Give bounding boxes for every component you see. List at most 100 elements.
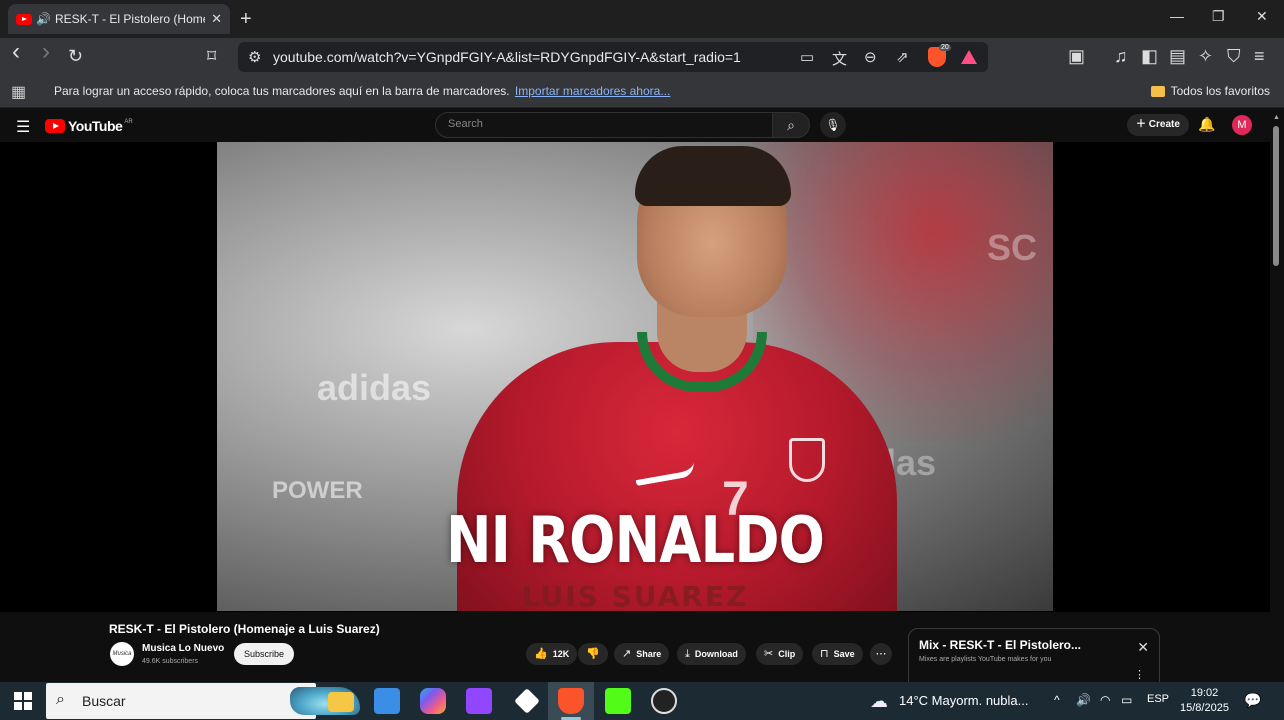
- region-code: AR: [124, 119, 133, 125]
- git-icon[interactable]: [514, 688, 540, 714]
- volume-icon[interactable]: 🔊: [1076, 693, 1091, 707]
- scroll-up-icon[interactable]: ▲: [1273, 114, 1280, 121]
- taskbar-clock[interactable]: 19:02 15/8/2025: [1180, 686, 1229, 716]
- browser-tab-active[interactable]: 🔊 RESK-T - El Pistolero (Homenaje a Luis…: [8, 4, 230, 34]
- subscriber-count: 49.6K subscribers: [142, 658, 199, 665]
- dislike-button[interactable]: 👎: [578, 643, 608, 665]
- like-button[interactable]: 👍 12K: [526, 643, 578, 665]
- create-label: Create: [1148, 119, 1180, 130]
- reader-icon[interactable]: ▣: [1068, 46, 1085, 66]
- media-icon[interactable]: ♫: [1114, 46, 1128, 66]
- share-icon[interactable]: ⇗: [896, 48, 909, 66]
- clip-label: Clip: [778, 649, 796, 659]
- channel-name[interactable]: Musica Lo Nuevo: [142, 643, 224, 654]
- search-icon: ⌕: [56, 691, 65, 708]
- menu-icon[interactable]: ≡: [1254, 46, 1265, 66]
- obs-icon[interactable]: [651, 688, 677, 714]
- close-window-button[interactable]: ✕: [1256, 8, 1268, 25]
- channel-avatar[interactable]: Musica: [110, 642, 134, 666]
- microsoft-store-icon[interactable]: [374, 688, 400, 714]
- import-bookmarks-link[interactable]: Importar marcadores ahora...: [515, 84, 670, 98]
- browser-toolbar: ‹ › ↻ ⌑ ⚙ youtube.com/watch?v=YGnpdFGIY-…: [0, 38, 1284, 76]
- site-info-icon[interactable]: ⚙: [248, 48, 261, 66]
- kick-icon[interactable]: [605, 688, 631, 714]
- clock-date: 15/8/2025: [1180, 702, 1229, 714]
- folder-icon: [1150, 85, 1165, 97]
- create-button[interactable]: ＋ Create: [1127, 114, 1189, 136]
- voice-search-button[interactable]: 🎙: [820, 112, 846, 138]
- address-bar[interactable]: ⚙ youtube.com/watch?v=YGnpdFGIY-A&list=R…: [238, 42, 988, 72]
- scrollbar-thumb[interactable]: [1273, 126, 1279, 266]
- all-favorites-label: Todos los favoritos: [1170, 84, 1270, 98]
- language-indicator[interactable]: ESP: [1147, 693, 1169, 705]
- vpn-icon[interactable]: ⛉: [1227, 46, 1241, 66]
- speaker-icon[interactable]: 🔊: [36, 12, 51, 26]
- reload-button[interactable]: ↻: [68, 46, 83, 66]
- leo-icon[interactable]: ✧: [1198, 46, 1213, 66]
- cast-icon[interactable]: ▭: [800, 48, 814, 66]
- zoom-icon[interactable]: ⊖: [864, 48, 877, 66]
- account-avatar[interactable]: M: [1232, 115, 1252, 135]
- mix-playlist-panel[interactable]: Mix - RESK-T - El Pistolero... Mixes are…: [908, 628, 1160, 686]
- taskbar-search-box[interactable]: ⌕ Buscar: [46, 683, 360, 719]
- twitch-icon[interactable]: [466, 688, 492, 714]
- wallet-icon[interactable]: ▤: [1169, 46, 1186, 66]
- tab-close-icon[interactable]: ✕: [211, 11, 222, 27]
- video-overlay-text: NI RONALDO: [445, 504, 825, 578]
- minimize-button[interactable]: —: [1170, 8, 1184, 24]
- mix-more-icon[interactable]: ⋮: [1134, 668, 1145, 681]
- brave-taskbar-icon[interactable]: [558, 688, 584, 714]
- youtube-header: ☰ YouTube AR Search ⌕ 🎙 ＋ Create 🔔 M: [0, 108, 1284, 142]
- all-favorites-button[interactable]: Todos los favoritos: [1150, 84, 1270, 98]
- clock-time: 19:02: [1190, 687, 1219, 699]
- save-button[interactable]: ⊓ Save: [812, 643, 863, 665]
- back-button[interactable]: ‹: [12, 40, 20, 64]
- video-title: RESK-T - El Pistolero (Homenaje a Luis S…: [109, 622, 380, 636]
- player-hair: [635, 146, 791, 206]
- notifications-bell-icon[interactable]: 🔔: [1198, 116, 1215, 133]
- translate-icon[interactable]: 文: [832, 48, 847, 69]
- windows-start-icon[interactable]: [14, 692, 32, 710]
- battery-icon[interactable]: ▭: [1121, 693, 1132, 707]
- taskbar-search-text: Buscar: [82, 693, 126, 709]
- notifications-icon[interactable]: 💬: [1244, 692, 1261, 709]
- mic-icon: 🎙: [825, 118, 841, 132]
- tray-overflow-icon[interactable]: ^: [1054, 693, 1060, 707]
- search-icon: ⌕: [787, 117, 795, 133]
- bookmark-icon[interactable]: ⌑: [207, 46, 216, 66]
- maximize-button[interactable]: ❐: [1212, 8, 1225, 25]
- share-label: Share: [636, 649, 662, 659]
- download-button[interactable]: ⤓ Download: [677, 643, 746, 665]
- youtube-logo[interactable]: YouTube AR: [45, 118, 133, 134]
- mix-close-icon[interactable]: ✕: [1137, 639, 1149, 656]
- wifi-icon[interactable]: ◠: [1100, 693, 1110, 707]
- plus-icon: ＋: [1136, 119, 1149, 130]
- share-button[interactable]: ↗ Share: [614, 643, 670, 665]
- scissors-icon: ✂: [764, 648, 774, 660]
- weather-cloud-icon[interactable]: ☁: [870, 691, 888, 712]
- page-scrollbar[interactable]: ▲: [1270, 108, 1284, 682]
- sidebar-icon[interactable]: ◧: [1141, 46, 1158, 66]
- url-text[interactable]: youtube.com/watch?v=YGnpdFGIY-A&list=RDY…: [273, 49, 741, 65]
- apps-grid-icon[interactable]: ▦: [11, 82, 26, 102]
- more-actions-button[interactable]: ⋯: [870, 643, 892, 665]
- weather-text[interactable]: 14°C Mayorm. nubla...: [899, 693, 1028, 708]
- more-dots-icon: ⋯: [875, 648, 887, 660]
- portugal-crest-icon: [789, 438, 825, 482]
- save-label: Save: [833, 649, 855, 659]
- brave-rewards-icon[interactable]: [961, 50, 977, 64]
- copilot-icon[interactable]: [420, 688, 446, 714]
- background-power-logo: POWER: [272, 477, 363, 504]
- video-player-area[interactable]: adidas POWER adidas SC 7 LUIS SUAREZ NI …: [0, 142, 1270, 612]
- new-tab-button[interactable]: +: [240, 8, 252, 31]
- forward-button[interactable]: ›: [42, 40, 50, 64]
- search-button[interactable]: ⌕: [772, 112, 810, 138]
- guide-menu-icon[interactable]: ☰: [16, 117, 30, 137]
- search-input[interactable]: Search: [435, 112, 773, 138]
- download-icon: ⤓: [685, 648, 690, 660]
- file-explorer-icon[interactable]: [328, 692, 354, 712]
- video-frame[interactable]: adidas POWER adidas SC 7 LUIS SUAREZ NI …: [217, 142, 1053, 611]
- subscribe-button[interactable]: Subscribe: [234, 643, 295, 665]
- download-label: Download: [694, 649, 738, 659]
- clip-button[interactable]: ✂ Clip: [756, 643, 804, 665]
